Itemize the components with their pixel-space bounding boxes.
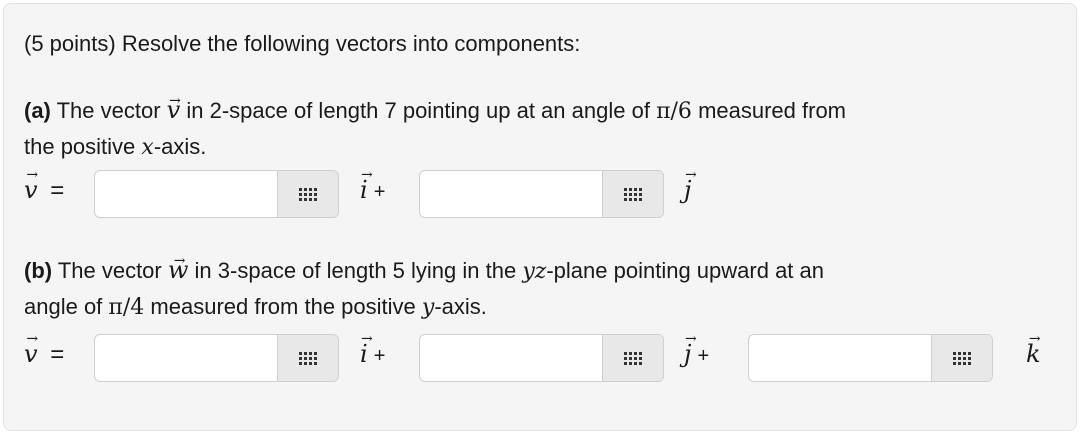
angle-pi-6: π/6 [656,99,692,124]
part-b-i-component-input[interactable] [95,335,278,381]
unit-vector-i: → i + [360,331,386,368]
unit-vector-i: → i + [360,167,386,204]
keypad-grid-icon [299,351,317,365]
vector-w-symbol: → w [167,253,189,284]
keypad-button[interactable] [277,171,338,217]
keypad-grid-icon [624,351,642,365]
keypad-grid-icon [953,351,971,365]
keypad-grid-icon [299,187,317,201]
part-a-line-2: the positive x-axis. [24,134,207,160]
part-a-j-component-input[interactable] [420,171,603,217]
part-b-j-component-field [419,334,664,382]
part-a-label: (a) [24,98,51,123]
part-b-line-1: (b) The vector → w in 3-space of length 5… [24,253,825,284]
keypad-button[interactable] [931,335,992,381]
part-a-lhs: → v = [24,167,65,204]
part-b-j-component-input[interactable] [420,335,603,381]
part-b-i-component-field [94,334,339,382]
axis-y: y [421,295,435,320]
keypad-button[interactable] [602,335,663,381]
part-b-line-2: angle of π/4 measured from the positive … [24,294,487,320]
unit-vector-j: → j + [684,331,710,368]
part-b-k-component-input[interactable] [749,335,932,381]
part-a-i-component-input[interactable] [95,171,278,217]
part-a-j-component-field [419,170,664,218]
part-a-line-1: (a) The vector → v in 2-space of length 7… [24,93,847,124]
keypad-grid-icon [624,187,642,201]
keypad-button[interactable] [602,171,663,217]
keypad-button[interactable] [277,335,338,381]
question-intro: (5 points) Resolve the following vectors… [24,31,581,56]
vector-v-symbol: → v [166,93,181,124]
unit-vector-k: → k [1026,331,1041,368]
angle-pi-4: π/4 [108,295,145,320]
part-b-lhs: → v = [24,331,65,368]
part-b-label: (b) [24,258,53,283]
part-a-i-component-field [94,170,339,218]
unit-vector-j: → j [684,167,697,204]
plane-yz: yz [522,259,547,284]
part-b-k-component-field [748,334,993,382]
axis-x: x [141,135,154,160]
